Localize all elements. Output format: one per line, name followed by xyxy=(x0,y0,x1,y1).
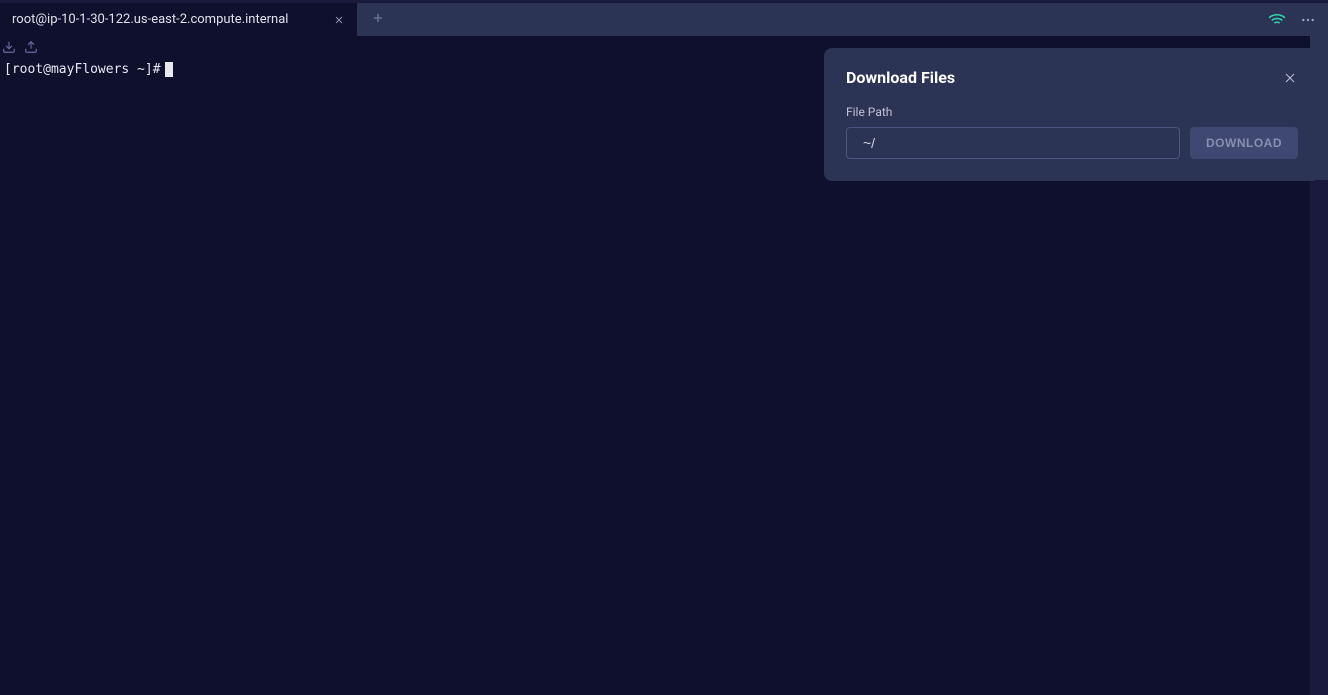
close-icon[interactable] xyxy=(333,14,345,26)
terminal-tab[interactable]: root@ip-10-1-30-122.us-east-2.compute.in… xyxy=(0,3,357,36)
tab-bar: root@ip-10-1-30-122.us-east-2.compute.in… xyxy=(0,3,1328,36)
download-files-dialog: Download Files File Path DOWNLOAD xyxy=(824,48,1320,181)
tab-title: root@ip-10-1-30-122.us-east-2.compute.in… xyxy=(12,12,288,27)
more-horizontal-icon[interactable] xyxy=(1300,12,1316,28)
file-path-input[interactable] xyxy=(846,127,1180,159)
file-path-label: File Path xyxy=(846,105,1298,119)
terminal-cursor xyxy=(165,62,173,77)
upload-icon[interactable] xyxy=(24,40,38,54)
dialog-input-row: DOWNLOAD xyxy=(846,127,1298,159)
tab-bar-actions xyxy=(1268,3,1328,36)
plus-icon xyxy=(371,10,385,29)
add-tab-button[interactable] xyxy=(357,3,399,36)
wifi-icon xyxy=(1268,11,1286,29)
terminal-prompt: [root@mayFlowers ~]# xyxy=(4,62,161,77)
dialog-title: Download Files xyxy=(846,68,955,87)
download-button[interactable]: DOWNLOAD xyxy=(1190,127,1298,159)
dialog-header: Download Files xyxy=(846,68,1298,87)
download-icon[interactable] xyxy=(2,40,16,54)
close-icon[interactable] xyxy=(1282,70,1298,86)
